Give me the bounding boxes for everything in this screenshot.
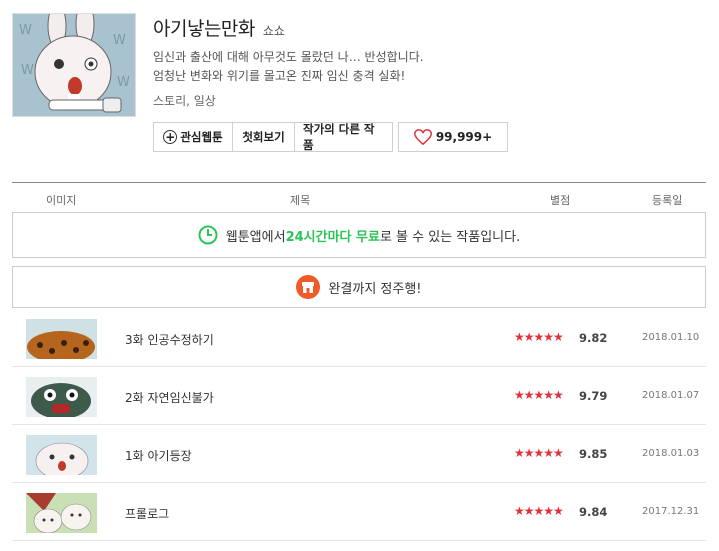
episode-title[interactable]: 3화 인공수정하기 (125, 331, 214, 348)
free-every-24h-banner[interactable]: 웹툰앱에서 24시간마다 무료 로 볼 수 있는 작품입니다. (12, 212, 706, 258)
episode-date: 2018.01.03 (642, 448, 700, 459)
cookie-illustration-icon (26, 319, 97, 359)
episode-row[interactable]: 프롤로그 ★★★★★ 9.84 2017.12.31 (12, 483, 706, 541)
add-favorite-button[interactable]: + 관심웹툰 (154, 123, 232, 151)
title-row: 아기낳는만화 쇼쇼 (153, 14, 285, 41)
rabbit-brushing-teeth-illustration: W W W W (13, 14, 135, 116)
episode-title[interactable]: 2화 자연임신불가 (125, 389, 214, 406)
star-rating-icon: ★★★★★ (514, 388, 564, 402)
episode-score: 9.84 (579, 505, 608, 519)
episode-title[interactable]: 1화 아기등장 (125, 447, 192, 464)
star-rating-icon: ★★★★★ (514, 446, 564, 460)
like-button[interactable]: 99,999+ (398, 122, 508, 152)
episode-score: 9.82 (579, 331, 608, 345)
episode-table-header: 이미지 제목 별점 등록일 (12, 182, 706, 212)
svg-text:W: W (117, 75, 130, 90)
episode-date: 2018.01.07 (642, 390, 700, 401)
episode-score: 9.85 (579, 447, 608, 461)
episode-row[interactable]: 3화 인공수정하기 ★★★★★ 9.82 2018.01.10 (12, 309, 706, 367)
column-header-image: 이미지 (46, 194, 77, 207)
favorite-label: 관심웹툰 (180, 130, 223, 144)
column-header-date: 등록일 (652, 194, 683, 207)
star-rating-icon: ★★★★★ (514, 330, 564, 344)
webtoon-description: 임신과 출산에 대해 아무것도 몰랐던 나… 반성합니다. 엄청난 변화와 위기… (153, 48, 424, 86)
episode-score: 9.79 (579, 389, 608, 403)
episode-thumbnail[interactable] (26, 493, 97, 533)
episode-row[interactable]: 2화 자연임신불가 ★★★★★ 9.79 2018.01.07 (12, 367, 706, 425)
complete-banner-text: 완결까지 정주행! (328, 281, 422, 297)
episode-date: 2017.12.31 (642, 506, 700, 517)
star-rating-icon: ★★★★★ (514, 504, 564, 518)
other-works-label: 작가의 다른 작품 (303, 122, 375, 152)
first-episode-label: 첫회보기 (242, 130, 285, 144)
column-header-rating: 별점 (550, 194, 571, 207)
svg-text:W: W (113, 33, 126, 48)
svg-text:W: W (21, 63, 34, 78)
like-count: 99,999+ (435, 130, 493, 144)
description-line: 엄청난 변화와 위기를 몰고온 진짜 임신 충격 실화! (153, 69, 406, 83)
genre-label: 스토리, 일상 (153, 94, 216, 108)
free-banner-highlight: 24시간마다 무료 (285, 229, 380, 245)
svg-text:W: W (19, 23, 32, 38)
episode-thumbnail[interactable] (26, 435, 97, 475)
shocked-face-illustration-icon (26, 377, 97, 417)
author-other-works-button[interactable]: 작가의 다른 작품 (294, 122, 392, 152)
episode-thumbnail[interactable] (26, 319, 97, 359)
free-banner-text-post: 로 볼 수 있는 작품입니다. (379, 229, 521, 245)
webtoon-title: 아기낳는만화 (153, 18, 255, 40)
first-episode-button[interactable]: 첫회보기 (232, 123, 294, 151)
couple-illustration-icon (26, 493, 97, 533)
free-banner-text-pre: 웹툰앱에서 (225, 229, 286, 245)
column-header-title: 제목 (290, 194, 311, 207)
webtoon-thumbnail: W W W W (12, 13, 136, 117)
clock-icon (198, 225, 218, 245)
store-icon (296, 275, 321, 299)
rabbit-face-illustration-icon (26, 435, 97, 475)
episode-row[interactable]: 1화 아기등장 ★★★★★ 9.85 2018.01.03 (12, 425, 706, 483)
episode-thumbnail[interactable] (26, 377, 97, 417)
plus-circle-icon: + (163, 130, 178, 144)
heart-icon (413, 129, 432, 145)
author-name[interactable]: 쇼쇼 (263, 22, 285, 39)
episode-date: 2018.01.10 (642, 332, 700, 343)
binge-to-completion-banner[interactable]: 완결까지 정주행! (12, 266, 706, 308)
action-button-group: + 관심웹툰 첫회보기 작가의 다른 작품 (153, 122, 393, 152)
description-line: 임신과 출산에 대해 아무것도 몰랐던 나… 반성합니다. (153, 50, 424, 64)
episode-title[interactable]: 프롤로그 (125, 505, 169, 522)
